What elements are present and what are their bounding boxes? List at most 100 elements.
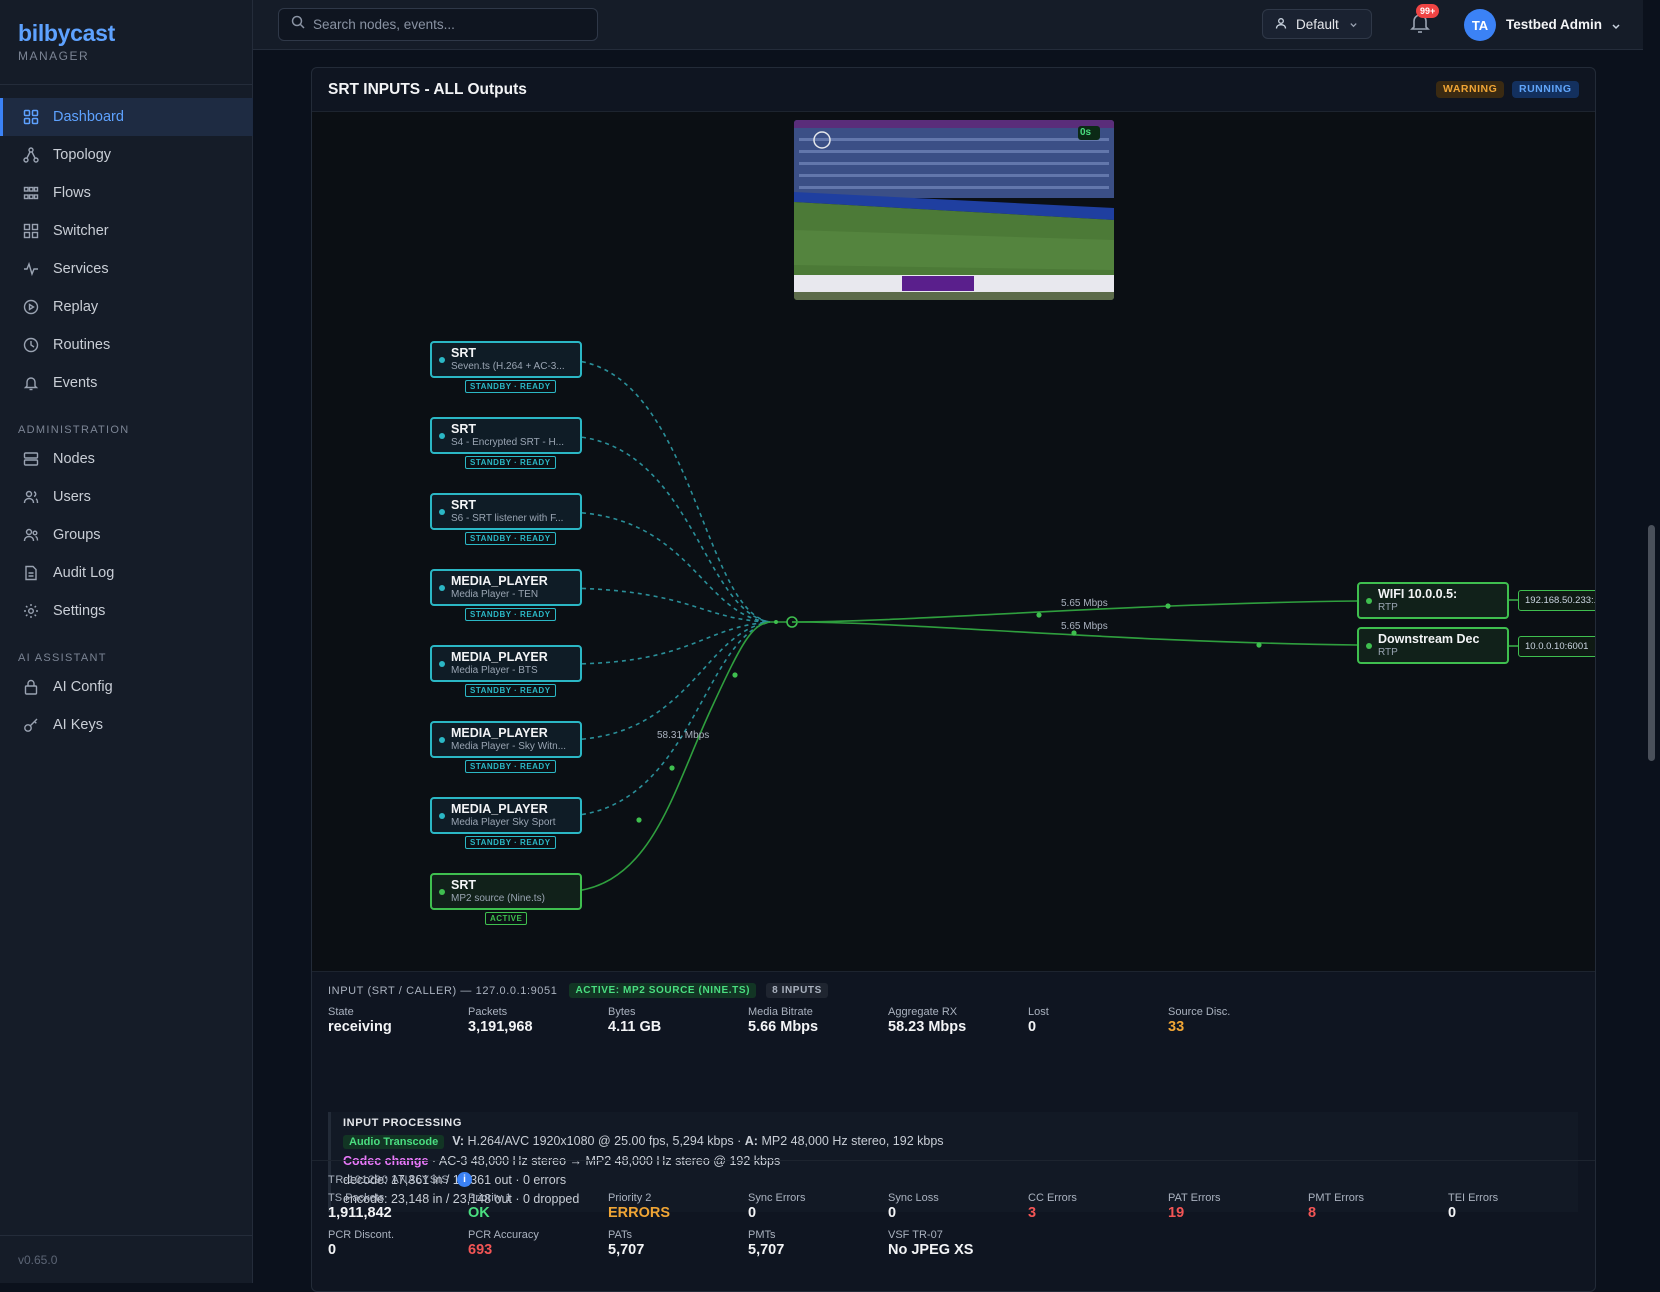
notification-count-badge: 99+ [1416, 4, 1440, 18]
stat-label: VSF TR-07 [888, 1229, 943, 1241]
tr-stat-pat-errors: PAT Errors 19 [1168, 1192, 1221, 1221]
brand-subtitle: MANAGER [18, 49, 90, 63]
info-icon[interactable]: i [457, 1172, 473, 1187]
tr101290-header: TR-101290 ANALYSIS i [328, 1172, 473, 1187]
sidebar-item-events[interactable]: Events [0, 364, 253, 402]
user-name[interactable]: Testbed Admin [1506, 17, 1602, 32]
input-status-badge: STANDBY · READY [465, 608, 556, 621]
stat-value: 0 [328, 1242, 337, 1258]
stat-packets: Packets 3,191,968 [468, 1006, 533, 1035]
stat-label: TS Packets [328, 1192, 385, 1204]
sidebar-item-dashboard[interactable]: Dashboard [0, 98, 253, 136]
output-node[interactable]: WIFI 10.0.0.5: RTP [1357, 582, 1509, 619]
input-node[interactable]: MEDIA_PLAYER Media Player - BTS [430, 645, 582, 682]
output-node-protocol: RTP [1378, 602, 1398, 613]
sidebar-item-users[interactable]: Users [0, 478, 253, 516]
workspace-selector[interactable]: Default [1262, 9, 1372, 39]
input-status-badge: STANDBY · READY [465, 836, 556, 849]
audio-transcode-tag: Audio Transcode [343, 1135, 445, 1149]
input-node[interactable]: SRT Seven.ts (H.264 + AC-3... [430, 341, 582, 378]
stat-label: Aggregate RX [888, 1006, 958, 1018]
input-node-name: S4 - Encrypted SRT - H... [451, 437, 565, 448]
sidebar-item-groups[interactable]: Groups [0, 516, 253, 554]
sidebar-item-settings[interactable]: Settings [0, 592, 253, 630]
input-node-name: Media Player Sky Sport [451, 817, 556, 828]
stat-value: 5,707 [608, 1242, 645, 1258]
sidebar-item-topology[interactable]: Topology [0, 136, 253, 174]
stat-label: Source Disc. [1168, 1006, 1231, 1018]
tr-stat-pmts: PMTs 5,707 [748, 1229, 784, 1258]
stat-value: No JPEG XS [888, 1242, 974, 1258]
sidebar-item-label: Settings [53, 603, 106, 619]
stat-media-bitrate: Media Bitrate 5.66 Mbps [748, 1006, 818, 1035]
input-node-type: SRT [451, 498, 476, 512]
active-input-pill: ACTIVE: MP2 SOURCE (NINE.TS) [569, 983, 757, 998]
tr-stat-vsf-tr-07: VSF TR-07 No JPEG XS [888, 1229, 973, 1258]
input-header: INPUT (SRT / CALLER) — 127.0.0.1:9051 AC… [328, 983, 828, 998]
sidebar-item-label: Topology [53, 147, 112, 163]
sidebar: bilbycast MANAGER Dashboard Topology Flo… [0, 0, 253, 1283]
sidebar-item-nodes[interactable]: Nodes [0, 440, 253, 478]
user-icon [1275, 17, 1287, 32]
stat-label: PATs [608, 1229, 633, 1241]
stat-source-disc: Source Disc. 33 [1168, 1006, 1230, 1035]
input-node[interactable]: MEDIA_PLAYER Media Player - Sky Witn... [430, 721, 582, 758]
chevron-down-icon[interactable] [1611, 18, 1621, 36]
sidebar-item-ai-keys[interactable]: AI Keys [0, 706, 253, 744]
tr101290-section [312, 1160, 1595, 1291]
input-header-text: INPUT (SRT / CALLER) — 127.0.0.1:9051 [328, 984, 558, 997]
search-input[interactable] [313, 17, 583, 32]
file-icon [22, 564, 40, 582]
stat-value: 693 [468, 1242, 493, 1258]
clock-icon [22, 336, 40, 354]
input-node[interactable]: SRT S6 - SRT listener with F... [430, 493, 582, 530]
stat-label: PMTs [748, 1229, 776, 1241]
users-icon [22, 488, 40, 506]
input-status-badge: STANDBY · READY [465, 532, 556, 545]
input-node-name: Seven.ts (H.264 + AC-3... [451, 361, 565, 372]
sidebar-item-label: Flows [53, 185, 91, 201]
sidebar-item-label: Routines [53, 337, 111, 353]
sidebar-item-audit-log[interactable]: Audit Log [0, 554, 253, 592]
stat-value: ERRORS [608, 1205, 671, 1221]
video-info: H.264/AVC 1920x1080 @ 25.00 fps, 5,294 k… [467, 1134, 742, 1148]
input-node-active[interactable]: SRT MP2 source (Nine.ts) [430, 873, 582, 910]
tr-stat-pmt-errors: PMT Errors 8 [1308, 1192, 1364, 1221]
input-status-badge: STANDBY · READY [465, 380, 556, 393]
sidebar-item-services[interactable]: Services [0, 250, 253, 288]
input-node[interactable]: SRT S4 - Encrypted SRT - H... [430, 417, 582, 454]
stat-value: 58.23 Mbps [888, 1019, 967, 1035]
audio-info: MP2 48,000 Hz stereo, 192 kbps [761, 1134, 944, 1148]
brand-logo[interactable]: bilbycast MANAGER [18, 20, 115, 63]
panel-title: SRT INPUTS - ALL Outputs [328, 81, 527, 98]
sidebar-item-routines[interactable]: Routines [0, 326, 253, 364]
sidebar-item-ai-config[interactable]: AI Config [0, 668, 253, 706]
workspace-label: Default [1296, 16, 1339, 32]
switcher-icon [22, 222, 40, 240]
input-status-badge: ACTIVE [485, 912, 528, 925]
play-circle-icon [22, 298, 40, 316]
input-status-badge: STANDBY · READY [465, 456, 556, 469]
status-dot [439, 813, 445, 819]
sidebar-item-replay[interactable]: Replay [0, 288, 253, 326]
audio-label: A: [744, 1134, 758, 1148]
status-badge-running: RUNNING [1512, 81, 1579, 98]
search-box[interactable] [278, 8, 598, 41]
output-node[interactable]: Downstream Dec RTP [1357, 627, 1509, 664]
flow-graph[interactable]: 0s 58.31 Mbps 5.65 Mbps 5.65 Mbps SRT Se… [312, 111, 1595, 971]
sidebar-item-switcher[interactable]: Switcher [0, 212, 253, 250]
tr-stat-ts-packets: TS Packets 1,911,842 [328, 1192, 392, 1221]
tr-stat-pats: PATs 5,707 [608, 1229, 644, 1258]
stat-value: 19 [1168, 1205, 1185, 1221]
scrollbar-thumb[interactable] [1648, 525, 1655, 761]
avatar[interactable]: TA [1464, 9, 1496, 41]
stat-bytes: Bytes 4.11 GB [608, 1006, 661, 1035]
input-node[interactable]: MEDIA_PLAYER Media Player Sky Sport [430, 797, 582, 834]
section-ai-assistant: AI ASSISTANT [18, 652, 107, 664]
tr-stat-sync-errors: Sync Errors 0 [748, 1192, 805, 1221]
input-node[interactable]: MEDIA_PLAYER Media Player - TEN [430, 569, 582, 606]
stat-value: 0 [1448, 1205, 1457, 1221]
flow-panel: SRT INPUTS - ALL Outputs WARNING RUNNING… [311, 67, 1596, 1292]
sidebar-item-flows[interactable]: Flows [0, 174, 253, 212]
sidebar-item-label: Groups [53, 527, 101, 543]
